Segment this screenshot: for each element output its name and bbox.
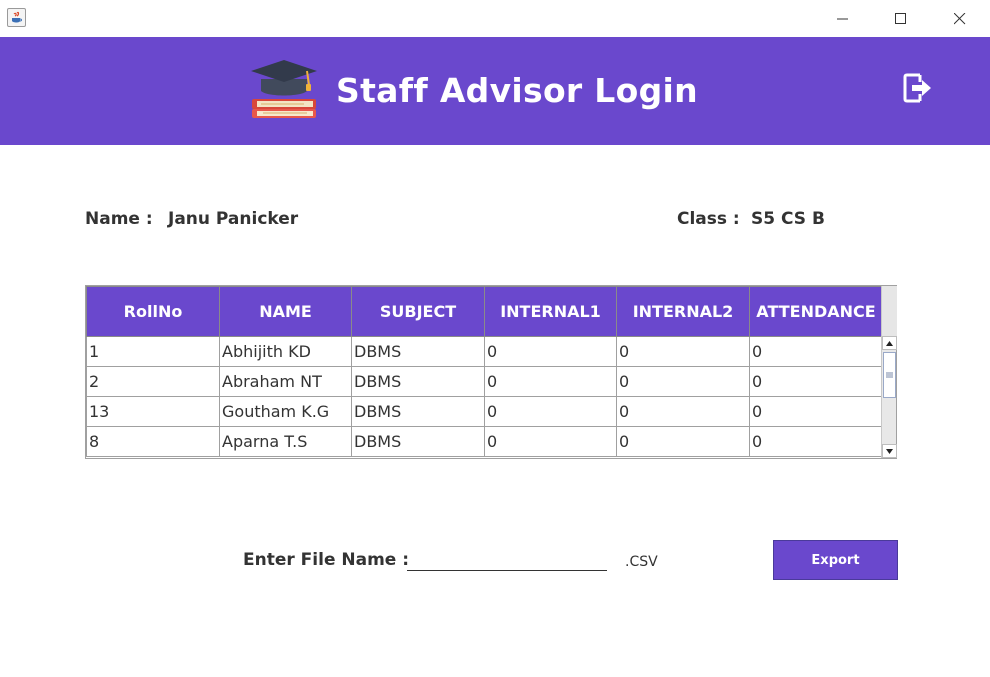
app-header: Staff Advisor Login [0,37,990,145]
table-cell[interactable]: DBMS [351,396,485,427]
page-title: Staff Advisor Login [336,71,698,110]
logout-icon [903,73,931,103]
window-titlebar [0,0,990,37]
close-button[interactable] [937,0,983,37]
column-header-rollno[interactable]: RollNo [86,286,220,337]
vertical-scrollbar[interactable] [881,286,897,458]
table-cell[interactable]: 1 [86,336,220,367]
scroll-down-button[interactable] [882,444,897,458]
table-cell[interactable]: Abraham NT [219,366,352,397]
table-cell[interactable]: DBMS [351,366,485,397]
name-label: Name : [85,209,153,229]
file-name-label: Enter File Name : [243,550,410,570]
table-cell[interactable]: Aparna T.S [219,426,352,457]
table-cell[interactable]: 0 [749,396,883,427]
logout-button[interactable] [903,71,933,109]
grip-icon [886,372,893,378]
table-cell[interactable]: DBMS [351,336,485,367]
maximize-button[interactable] [878,0,924,37]
table-cell[interactable]: 8 [86,426,220,457]
column-header-attendance[interactable]: ATTENDANCE [749,286,883,337]
scrollbar-corner [882,286,897,336]
scroll-up-button[interactable] [882,336,897,350]
arrow-up-icon [886,340,893,346]
scrollbar-thumb[interactable] [883,352,896,398]
table-row[interactable]: 8 Aparna T.S DBMS 0 0 0 [86,426,883,457]
close-icon [954,12,966,24]
column-header-internal1[interactable]: INTERNAL1 [484,286,617,337]
column-header-internal2[interactable]: INTERNAL2 [616,286,750,337]
table-cell[interactable]: 0 [616,426,750,457]
table-cell[interactable]: 0 [616,336,750,367]
class-value: S5 CS B [751,209,825,229]
class-label: Class : [677,209,740,229]
table-cell[interactable]: 0 [484,366,617,397]
file-name-input[interactable] [407,549,607,571]
graduation-cap-books-icon [249,57,319,129]
column-header-name[interactable]: NAME [219,286,352,337]
table-cell[interactable]: Abhijith KD [219,336,352,367]
maximize-icon [895,12,906,24]
table-cell[interactable]: 0 [484,426,617,457]
table-cell[interactable]: 13 [86,396,220,427]
table-cell[interactable]: 0 [749,336,883,367]
table-cell[interactable]: 2 [86,366,220,397]
java-icon [7,8,26,27]
table-cell[interactable]: 0 [616,396,750,427]
file-extension-label: .CSV [625,554,658,570]
table-cell[interactable]: Goutham K.G [219,396,352,427]
export-button[interactable]: Export [773,540,898,580]
table-cell[interactable]: 0 [616,366,750,397]
table-cell[interactable]: 0 [749,426,883,457]
table-cell[interactable]: 0 [749,366,883,397]
column-header-subject[interactable]: SUBJECT [351,286,485,337]
table-row[interactable]: 2 Abraham NT DBMS 0 0 0 [86,366,883,397]
students-table: RollNo NAME SUBJECT INTERNAL1 INTERNAL2 … [85,285,897,459]
minimize-button[interactable] [820,0,866,37]
table-row[interactable]: 1 Abhijith KD DBMS 0 0 0 [86,336,883,367]
table-row[interactable]: 13 Goutham K.G DBMS 0 0 0 [86,396,883,427]
arrow-down-icon [886,448,893,454]
table-cell[interactable]: 0 [484,396,617,427]
table-cell[interactable]: 0 [484,336,617,367]
minimize-icon [837,18,848,19]
name-value: Janu Panicker [168,209,299,229]
table-header-row: RollNo NAME SUBJECT INTERNAL1 INTERNAL2 … [86,286,883,337]
table-cell[interactable]: DBMS [351,426,485,457]
